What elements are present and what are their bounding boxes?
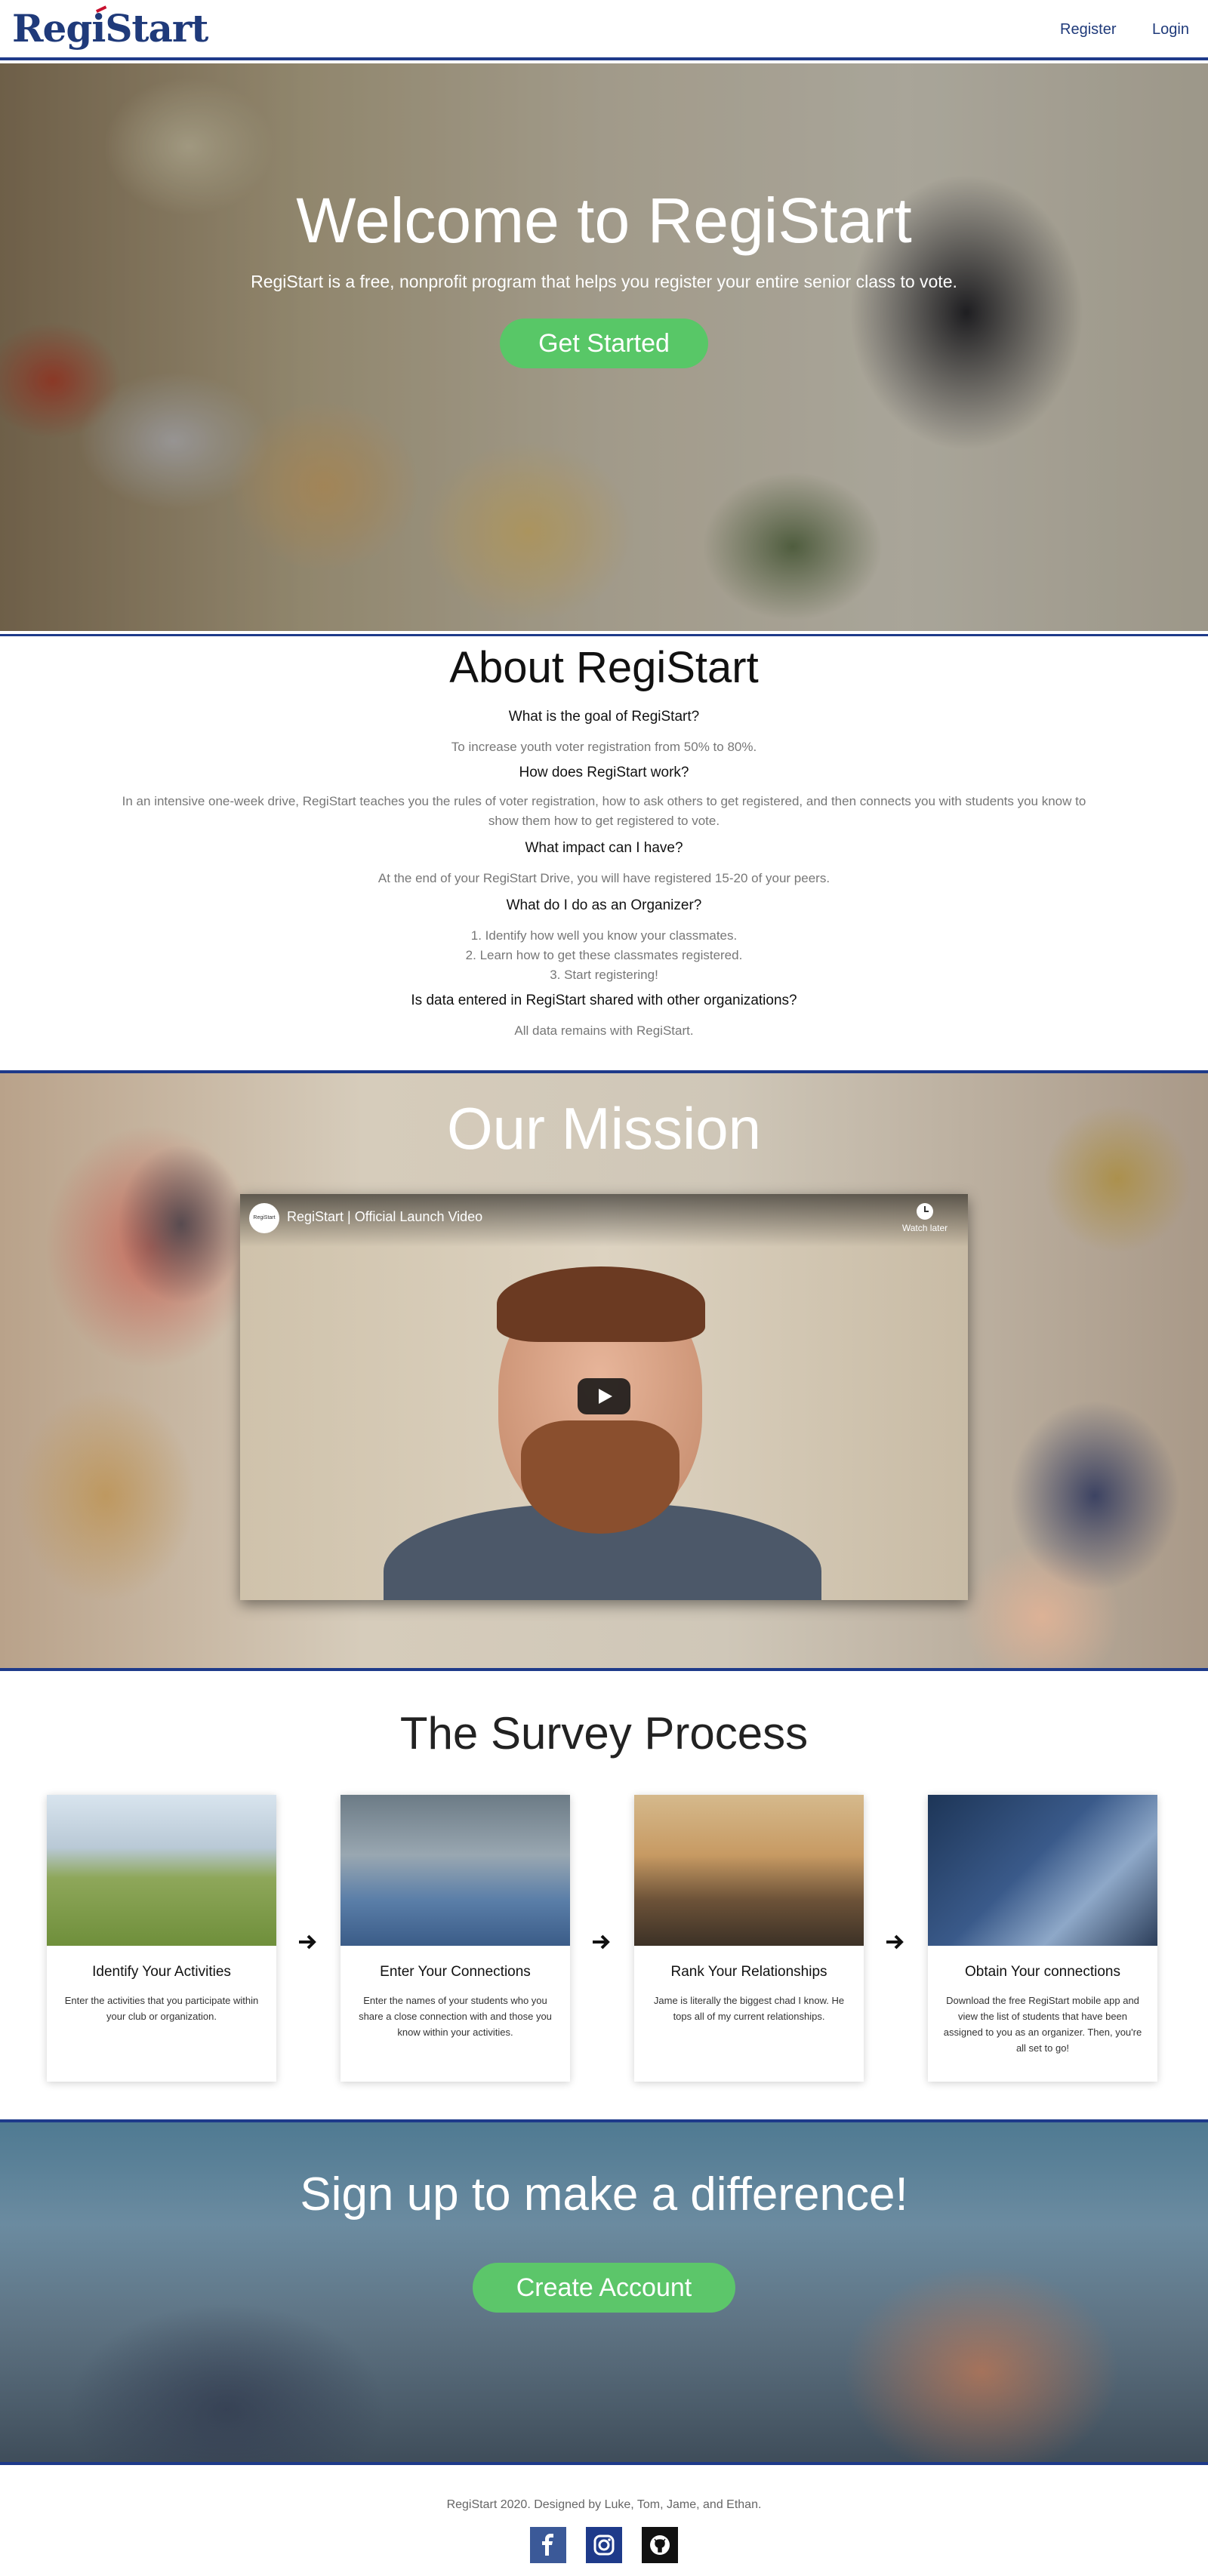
play-icon[interactable]	[578, 1378, 630, 1414]
step-description: Enter the names of your students who you…	[359, 1995, 552, 2038]
arrow-right-icon	[593, 1934, 610, 1950]
faq-answer-line: 1. Identify how well you know your class…	[470, 928, 738, 943]
survey-step-card: Rank Your Relationships Jame is literall…	[634, 1795, 864, 2082]
activities-photo	[47, 1795, 276, 1946]
faq-question: Is data entered in RegiStart shared with…	[411, 993, 797, 1008]
survey-title: The Survey Process	[399, 1708, 809, 1759]
faq-question: What is the goal of RegiStart?	[508, 709, 700, 725]
step-description: Download the free RegiStart mobile app a…	[943, 1995, 1142, 2054]
hero-subtitle: RegiStart is a free, nonprofit program t…	[251, 272, 957, 291]
faq-question: What impact can I have?	[525, 840, 683, 856]
about-section: About RegiStart What is the goal of Regi…	[0, 634, 1208, 1070]
survey-section: The Survey Process Identify Your Activit…	[0, 1677, 1208, 2116]
survey-step-card: Identify Your Activities Enter the activ…	[47, 1795, 276, 2082]
mission-section: Our Mission RegiStart RegiStart | Offici…	[0, 1070, 1208, 1671]
instagram-icon[interactable]	[586, 2527, 622, 2563]
step-title: Enter Your Connections	[380, 1964, 531, 1980]
clock-icon	[917, 1203, 933, 1220]
github-icon[interactable]	[642, 2527, 678, 2563]
site-logo[interactable]: RegiStart	[12, 5, 208, 51]
step-title: Rank Your Relationships	[670, 1964, 827, 1980]
survey-step-card: Enter Your Connections Enter the names o…	[341, 1795, 570, 2082]
faq-answer-line: 3. Start registering!	[550, 968, 658, 982]
step-description: Jame is literally the biggest chad I kno…	[653, 1995, 845, 2022]
footer-credits: RegiStart 2020. Designed by Luke, Tom, J…	[446, 2498, 762, 2511]
footer: RegiStart 2020. Designed by Luke, Tom, J…	[0, 2465, 1208, 2576]
navbar: RegiStart Register Login	[0, 0, 1208, 60]
mobile-app-photo	[928, 1795, 1157, 1946]
faq-question: How does RegiStart work?	[519, 765, 689, 780]
arrow-right-icon	[886, 1934, 904, 1950]
hero-title: Welcome to RegiStart	[296, 185, 912, 256]
facebook-icon[interactable]	[530, 2527, 566, 2563]
signup-section: Sign up to make a difference! Create Acc…	[0, 2119, 1208, 2465]
step-title: Obtain Your connections	[965, 1964, 1120, 1980]
faq-answer: In an intensive one-week drive, RegiStar…	[122, 794, 1086, 828]
hero-section: Welcome to RegiStart RegiStart is a free…	[0, 63, 1208, 631]
watch-later-button[interactable]: Watch later	[891, 1203, 959, 1233]
survey-step-card: Obtain Your connections Download the fre…	[928, 1795, 1157, 2082]
video-thumbnail-hair	[497, 1266, 705, 1342]
faq-answer: At the end of your RegiStart Drive, you …	[378, 871, 830, 885]
arrow-right-icon	[299, 1934, 316, 1950]
faq-question: What do I do as an Organizer?	[506, 897, 702, 913]
about-title: About RegiStart	[449, 643, 759, 692]
video-player[interactable]: RegiStart RegiStart | Official Launch Vi…	[240, 1194, 968, 1600]
step-description: Enter the activities that you participat…	[64, 1995, 259, 2022]
channel-avatar[interactable]: RegiStart	[249, 1203, 279, 1233]
connections-photo	[341, 1795, 570, 1946]
video-thumbnail-beard	[521, 1420, 680, 1534]
login-link[interactable]: Login	[1152, 21, 1189, 38]
create-account-button[interactable]: Create Account	[473, 2263, 735, 2313]
mission-title: Our Mission	[446, 1095, 762, 1162]
step-title: Identify Your Activities	[92, 1964, 231, 1980]
faq-answer: To increase youth voter registration fro…	[451, 740, 757, 754]
faq-answer: All data remains with RegiStart.	[514, 1023, 694, 1038]
get-started-button[interactable]: Get Started	[500, 319, 708, 368]
relationships-photo	[634, 1795, 864, 1946]
watch-later-label: Watch later	[901, 1223, 948, 1233]
signup-title: Sign up to make a difference!	[300, 2168, 908, 2221]
register-link[interactable]: Register	[1060, 21, 1116, 38]
video-title[interactable]: RegiStart | Official Launch Video	[287, 1209, 482, 1225]
faq-answer-line: 2. Learn how to get these classmates reg…	[465, 948, 743, 962]
